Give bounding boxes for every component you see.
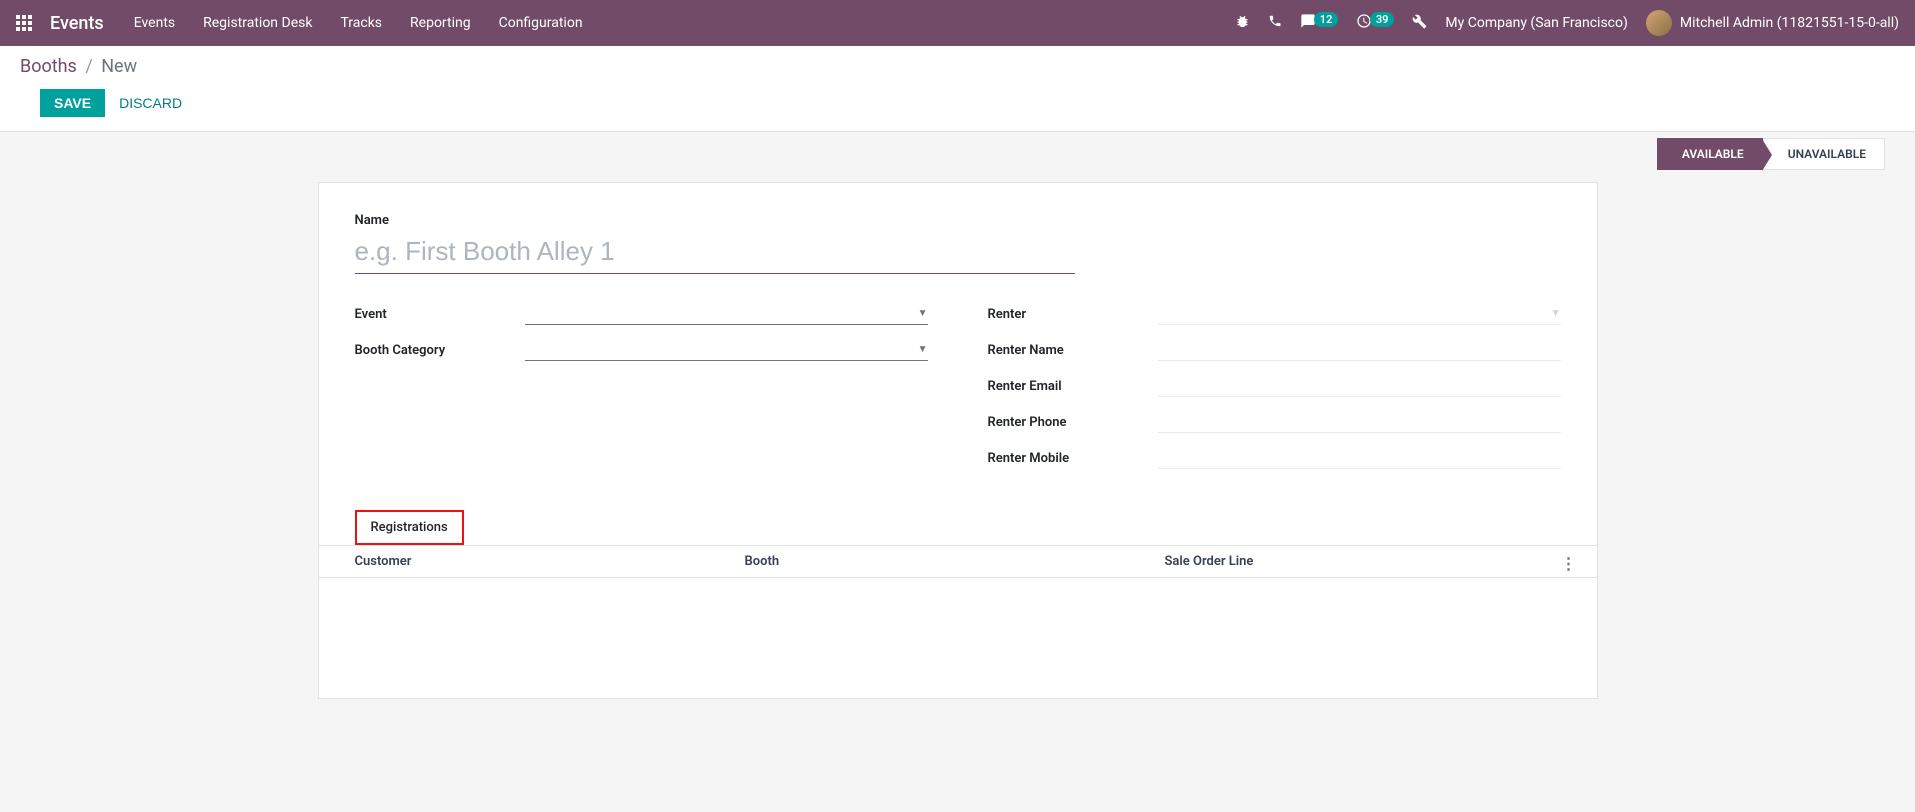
apps-icon[interactable]: [16, 15, 32, 31]
renter-name-input[interactable]: [1158, 339, 1561, 361]
breadcrumb: Booths / New: [20, 56, 1895, 77]
renter-dropdown[interactable]: ▼: [1158, 303, 1561, 325]
main-menu: Events Registration Desk Tracks Reportin…: [134, 15, 583, 31]
status-available[interactable]: AVAILABLE: [1657, 138, 1763, 170]
renter-email-input[interactable]: [1158, 375, 1561, 397]
save-button[interactable]: SAVE: [40, 89, 105, 117]
renter-email-label: Renter Email: [988, 379, 1158, 394]
status-unavailable[interactable]: UNAVAILABLE: [1763, 138, 1885, 170]
phone-icon[interactable]: [1268, 14, 1282, 32]
topbar-right: 12 39 My Company (San Francisco) Mitchel…: [1235, 10, 1899, 36]
renter-mobile-input[interactable]: [1158, 447, 1561, 469]
renter-mobile-label: Renter Mobile: [988, 451, 1158, 466]
breadcrumb-bar: Booths / New SAVE DISCARD: [0, 46, 1915, 131]
table-header: Customer Booth Sale Order Line ⋮: [319, 545, 1597, 578]
chevron-down-icon: ▼: [918, 344, 928, 355]
left-column: Event ▼ Booth Category ▼: [355, 300, 928, 480]
breadcrumb-root[interactable]: Booths: [20, 56, 77, 77]
renter-phone-label: Renter Phone: [988, 415, 1158, 430]
name-input[interactable]: [355, 232, 1075, 274]
form-card: Name Event ▼ Booth Category ▼ Renter ▼: [318, 182, 1598, 699]
col-customer: Customer: [355, 554, 745, 569]
user-name: Mitchell Admin (11821551-15-0-all): [1680, 15, 1899, 31]
content-area: AVAILABLE UNAVAILABLE Name Event ▼ Booth…: [0, 131, 1915, 739]
renter-label: Renter: [988, 307, 1158, 322]
bug-icon[interactable]: [1235, 14, 1250, 33]
right-column: Renter ▼ Renter Name Renter Email Renter…: [988, 300, 1561, 480]
user-menu[interactable]: Mitchell Admin (11821551-15-0-all): [1646, 10, 1899, 36]
renter-phone-input[interactable]: [1158, 411, 1561, 433]
form-columns: Event ▼ Booth Category ▼ Renter ▼ Renter…: [355, 300, 1561, 480]
discard-button[interactable]: DISCARD: [119, 95, 182, 111]
table-body: [319, 578, 1597, 698]
kebab-icon[interactable]: ⋮: [1561, 554, 1577, 573]
tabs-row: Registrations: [355, 510, 1561, 545]
col-sale-order-line: Sale Order Line: [1165, 554, 1561, 569]
menu-reporting[interactable]: Reporting: [410, 15, 471, 31]
menu-registration-desk[interactable]: Registration Desk: [203, 15, 312, 31]
messages-icon[interactable]: 12: [1300, 13, 1338, 33]
event-dropdown[interactable]: ▼: [525, 303, 928, 325]
topbar: Events Events Registration Desk Tracks R…: [0, 0, 1915, 46]
name-label: Name: [355, 213, 1561, 228]
event-label: Event: [355, 307, 525, 322]
chevron-down-icon: ▼: [1551, 308, 1561, 319]
renter-name-label: Renter Name: [988, 343, 1158, 358]
col-booth: Booth: [745, 554, 1165, 569]
tab-registrations[interactable]: Registrations: [355, 510, 464, 545]
booth-category-label: Booth Category: [355, 343, 525, 358]
messages-badge: 12: [1314, 12, 1339, 27]
action-row: SAVE DISCARD: [20, 77, 1895, 131]
app-brand[interactable]: Events: [50, 13, 104, 34]
menu-tracks[interactable]: Tracks: [340, 15, 382, 31]
activities-icon[interactable]: 39: [1356, 13, 1394, 33]
menu-configuration[interactable]: Configuration: [499, 15, 583, 31]
chevron-down-icon: ▼: [918, 308, 928, 319]
breadcrumb-current: New: [101, 56, 137, 77]
booth-category-dropdown[interactable]: ▼: [525, 339, 928, 361]
activities-badge: 39: [1370, 12, 1395, 27]
menu-events[interactable]: Events: [134, 15, 175, 31]
breadcrumb-separator: /: [85, 56, 92, 77]
status-bar: AVAILABLE UNAVAILABLE: [1657, 138, 1885, 170]
avatar: [1646, 10, 1672, 36]
tools-icon[interactable]: [1412, 14, 1427, 33]
company-selector[interactable]: My Company (San Francisco): [1445, 15, 1627, 31]
